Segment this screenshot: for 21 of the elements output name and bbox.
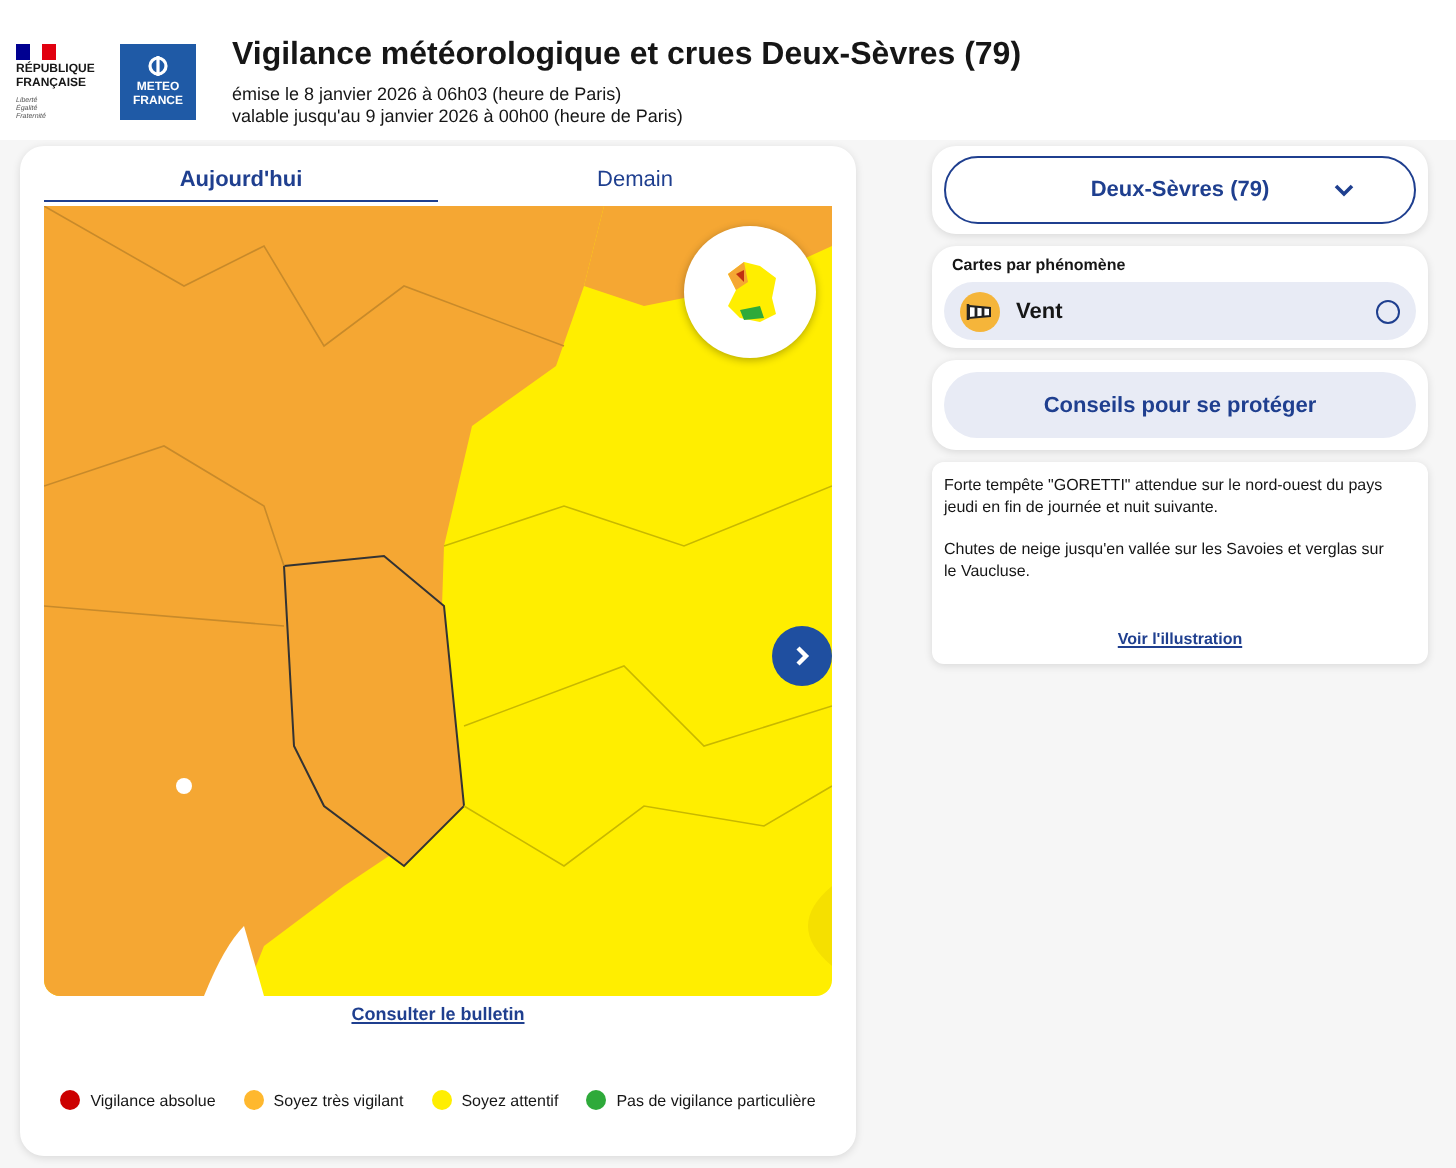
day-tab[interactable]: Aujourd'hui [44,162,438,202]
wind-sock-icon [960,291,1000,331]
chevron-right-icon [790,644,814,668]
legend-label: Soyez attentif [461,1091,559,1109]
issued-date: émise le 8 janvier 2026 à 06h03 (heure de Paris) [232,84,624,104]
legend-label: Pas de vigilance particulière [616,1091,816,1109]
bulletin-text: Forte tempête "GORETTI" attendue sur le nord-ouest du pays jeudi en fin de journée et nuit suivante. [944,474,1385,518]
legend-label: Soyez très vigilant [273,1091,404,1109]
day-tab[interactable]: Demain [438,162,832,202]
radio-button[interactable] [1376,299,1400,323]
illustration-link[interactable]: Voir l'illustration [1117,630,1243,648]
legend-label: Vigilance absolue [90,1091,216,1109]
phenomenon-option[interactable]: Vent [944,282,1416,340]
page-title: Vigilance météorologique et crues Deux-Sèvres (79) [232,38,1022,74]
valid-date: valable jusqu'au 9 janvier 2026 à 00h00 (heure de Paris) [232,106,685,126]
advice-button[interactable]: Conseils pour se protéger [944,372,1416,438]
bulletin-link[interactable]: Consulter le bulletin [351,1004,525,1024]
chevron-icon [1334,183,1354,197]
section-title: Cartes par phénomène [950,256,1128,278]
bulletin-text: Chutes de neige jusqu'en vallée sur les Savoies et verglas sur le Vaucluse. [944,538,1386,582]
department-select[interactable]: Deux-Sèvres (79) [944,156,1416,224]
